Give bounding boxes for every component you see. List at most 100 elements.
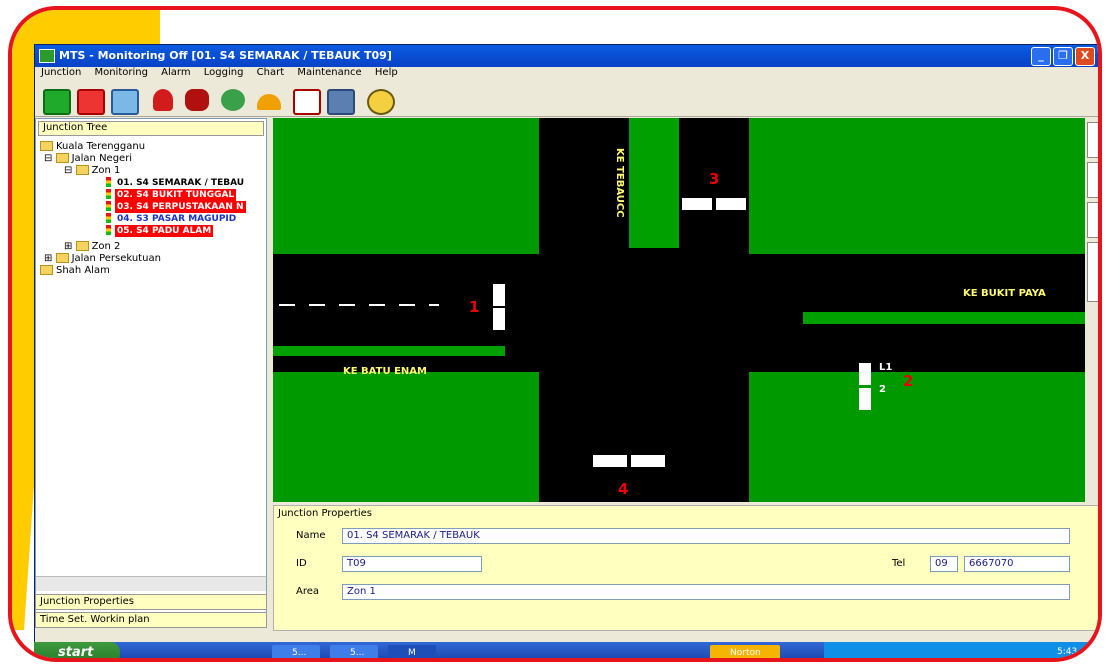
tel-label: Tel bbox=[892, 558, 906, 569]
app-icon bbox=[39, 49, 55, 63]
tree-junction[interactable]: 04. S3 PASAR MAGUPID bbox=[106, 213, 238, 225]
traffic-light-icon bbox=[106, 225, 111, 235]
menu-junction[interactable]: Junction bbox=[41, 67, 81, 78]
junction-tree-pane: Junction Tree Kuala Terengganu ⊟ Jalan N… bbox=[35, 118, 267, 628]
tree-node-zone2[interactable]: ⊞ Zon 2 bbox=[64, 241, 120, 253]
expand-icon: ⊞ bbox=[64, 241, 76, 252]
junction-label: 01. S4 SEMARAK / TEBAU bbox=[117, 178, 245, 188]
folder-icon bbox=[75, 165, 89, 175]
tree-junction[interactable]: 01. S4 SEMARAK / TEBAU bbox=[106, 177, 246, 189]
signal-north-1 bbox=[682, 198, 712, 210]
tab-log[interactable] bbox=[1087, 202, 1098, 238]
tree-hscrollbar[interactable] bbox=[36, 576, 266, 591]
median-west bbox=[273, 346, 505, 356]
collapse-icon: ⊟ bbox=[44, 153, 56, 164]
tree-node-other[interactable]: Shah Alam bbox=[40, 265, 110, 277]
traffic-light-icon bbox=[106, 189, 111, 199]
app-window: MTS - Monitoring Off [01. S4 SEMARAK / T… bbox=[34, 44, 1098, 658]
power-off-icon[interactable] bbox=[77, 89, 105, 115]
settings-icon[interactable] bbox=[327, 89, 355, 115]
time-set-button[interactable]: Time Set. Workin plan bbox=[35, 612, 267, 628]
map-icon[interactable] bbox=[111, 89, 139, 115]
tree-node-zone1[interactable]: ⊟ Zon 1 bbox=[64, 165, 120, 177]
junction-properties-panel: Junction Properties Name 01. S4 SEMARAK … bbox=[273, 505, 1098, 631]
tree-junction[interactable]: 03. S4 PERPUSTAKAAN N bbox=[106, 201, 246, 213]
signal-east-1 bbox=[859, 363, 871, 385]
approach-2[interactable]: 2 bbox=[903, 372, 913, 390]
tab-map[interactable] bbox=[1087, 162, 1098, 198]
junction-properties-button[interactable]: Junction Properties bbox=[35, 594, 267, 610]
right-tab-strip bbox=[1087, 118, 1098, 502]
menu-logging[interactable]: Logging bbox=[204, 67, 244, 78]
label-east: KE BUKIT PAYA bbox=[963, 288, 1046, 299]
folder-icon bbox=[55, 253, 69, 263]
maximize-button[interactable]: ❐ bbox=[1053, 47, 1073, 66]
expand-icon: ⊞ bbox=[44, 253, 56, 264]
slide-frame: MTS - Monitoring Off [01. S4 SEMARAK / T… bbox=[8, 6, 1102, 662]
helmet-icon[interactable] bbox=[257, 94, 281, 110]
tree-node-label: Kuala Terengganu bbox=[56, 141, 146, 152]
name-field[interactable]: 01. S4 SEMARAK / TEBAUK bbox=[342, 528, 1070, 544]
id-field[interactable]: T09 bbox=[342, 556, 482, 572]
close-button[interactable]: X bbox=[1075, 47, 1095, 66]
median-north bbox=[629, 118, 679, 248]
approach-3[interactable]: 3 bbox=[709, 170, 719, 188]
id-label: ID bbox=[296, 558, 307, 569]
tel-code-field[interactable]: 09 bbox=[930, 556, 958, 572]
clock-icon[interactable] bbox=[367, 89, 395, 115]
lane-mark: 2 bbox=[879, 384, 886, 395]
name-label: Name bbox=[296, 530, 326, 541]
tree-junction[interactable]: 02. S4 BUKIT TUNGGAL bbox=[106, 189, 237, 201]
tree-node-label: Shah Alam bbox=[56, 265, 110, 276]
junction-label: 05. S4 PADU ALAM bbox=[115, 225, 214, 237]
signal-south-1 bbox=[593, 455, 627, 467]
properties-title: Junction Properties bbox=[278, 508, 372, 519]
task-button[interactable]: M bbox=[388, 645, 436, 658]
tree-junction[interactable]: 05. S4 PADU ALAM bbox=[106, 225, 214, 237]
traffic-light-icon bbox=[106, 213, 111, 223]
folder-icon bbox=[55, 153, 69, 163]
menu-alarm[interactable]: Alarm bbox=[161, 67, 190, 78]
signal-north-2 bbox=[716, 198, 746, 210]
signal-east-2 bbox=[859, 388, 871, 410]
power-on-icon[interactable] bbox=[43, 89, 71, 115]
junction-map[interactable]: KE TEBAUCC KE BUKIT PAYA KE BATU ENAM 1 … bbox=[273, 118, 1085, 502]
tab-jnc[interactable] bbox=[1087, 122, 1098, 158]
menu-maintenance[interactable]: Maintenance bbox=[297, 67, 361, 78]
folder-icon bbox=[40, 265, 53, 275]
tree-node-root[interactable]: Kuala Terengganu bbox=[40, 141, 145, 153]
folder-icon bbox=[40, 141, 53, 151]
median-east bbox=[803, 312, 1085, 324]
folder-icon bbox=[75, 241, 89, 251]
tel-field[interactable]: 6667070 bbox=[964, 556, 1070, 572]
area-label: Area bbox=[296, 586, 320, 597]
menu-bar: Junction Monitoring Alarm Logging Chart … bbox=[35, 67, 1098, 83]
minus-box-icon[interactable] bbox=[293, 89, 321, 115]
task-button[interactable]: 5... bbox=[330, 645, 378, 658]
globe-icon[interactable] bbox=[221, 89, 245, 111]
warning-icon[interactable] bbox=[153, 89, 173, 111]
minimize-button[interactable]: _ bbox=[1031, 47, 1051, 66]
lane-divider-west bbox=[279, 304, 439, 306]
menu-chart[interactable]: Chart bbox=[257, 67, 284, 78]
approach-1[interactable]: 1 bbox=[469, 298, 479, 316]
tray-clock: 5:43 AM bbox=[1057, 647, 1094, 657]
norton-button[interactable]: Norton bbox=[710, 645, 780, 658]
area-field[interactable]: Zon 1 bbox=[342, 584, 1070, 600]
lane-mark: L1 bbox=[879, 362, 893, 373]
menu-help[interactable]: Help bbox=[375, 67, 398, 78]
car-icon[interactable] bbox=[185, 89, 209, 111]
junction-label: 02. S4 BUKIT TUNGGAL bbox=[115, 189, 237, 201]
menu-monitoring[interactable]: Monitoring bbox=[94, 67, 147, 78]
tree-node-label: Jalan Persekutuan bbox=[71, 253, 161, 264]
tree-node-road2[interactable]: ⊞ Jalan Persekutuan bbox=[44, 253, 161, 265]
signal-south-2 bbox=[631, 455, 665, 467]
start-button[interactable]: start bbox=[34, 642, 120, 658]
approach-4[interactable]: 4 bbox=[618, 480, 628, 498]
task-button[interactable]: 5... bbox=[272, 645, 320, 658]
traffic-light-icon bbox=[106, 201, 111, 211]
junction-tree-header: Junction Tree bbox=[38, 121, 264, 136]
tab-monitoring[interactable] bbox=[1087, 242, 1098, 302]
tree-node-road1[interactable]: ⊟ Jalan Negeri bbox=[44, 153, 132, 165]
system-tray: 5:43 AM bbox=[824, 642, 1098, 658]
